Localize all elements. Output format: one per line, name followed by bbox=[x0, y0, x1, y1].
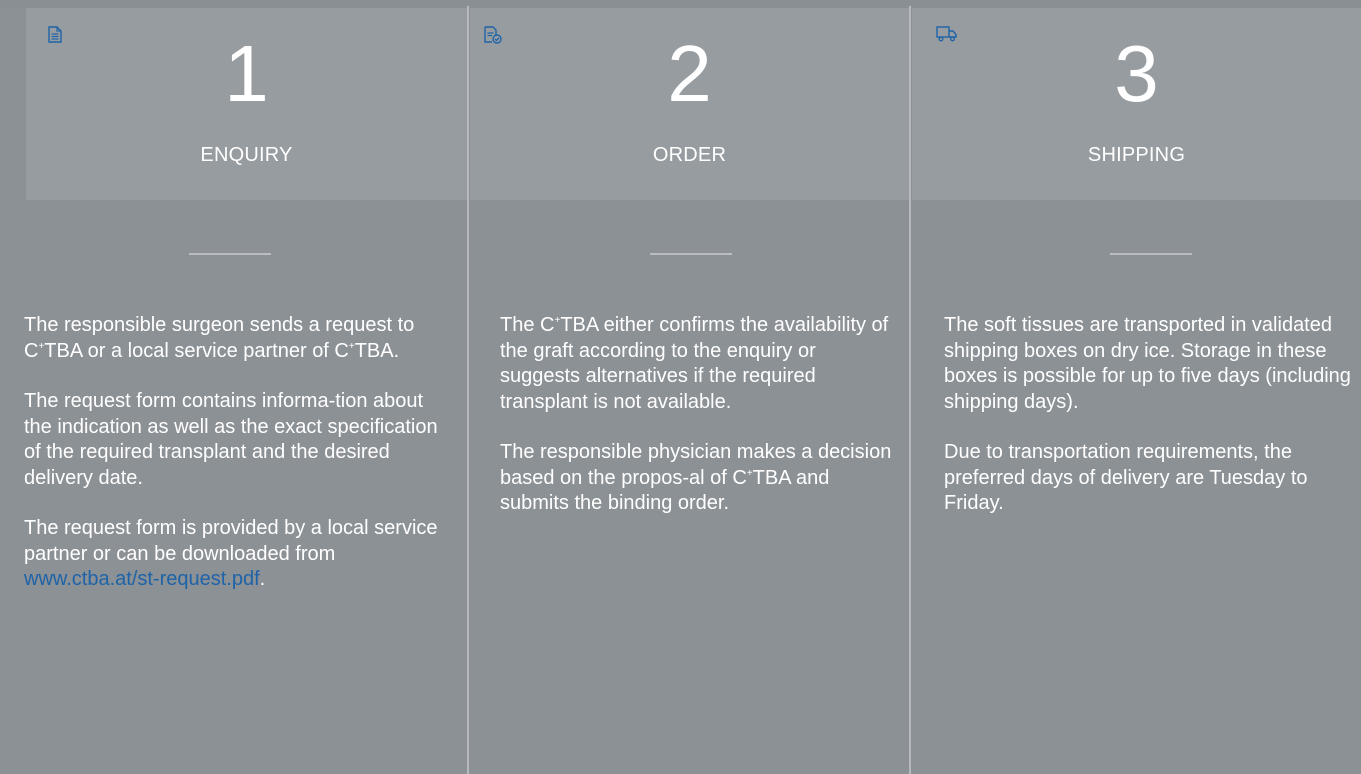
paragraph: The request form contains informa-tion a… bbox=[24, 390, 438, 489]
step-header: 2 ORDER bbox=[470, 8, 909, 200]
paragraph: The request form is provided by a local … bbox=[24, 516, 444, 593]
step-header: 1 ENQUIRY bbox=[26, 8, 467, 200]
paragraph-text: The request form is provided by a local … bbox=[24, 517, 438, 565]
step-title: ORDER bbox=[652, 144, 727, 166]
paragraph: The C+TBA either confirms the availabili… bbox=[500, 314, 889, 413]
step-number: 2 bbox=[667, 29, 712, 118]
step-header: 3 SHIPPING bbox=[912, 8, 1361, 200]
paragraph: The soft tissues are transported in vali… bbox=[944, 314, 1351, 413]
step-title: ENQUIRY bbox=[200, 144, 293, 166]
step-number: 1 bbox=[224, 29, 269, 118]
separator-rule bbox=[189, 253, 271, 255]
process-steps: 1 ENQUIRY The responsible surgeon sends … bbox=[0, 0, 1361, 774]
step-number: 3 bbox=[1114, 29, 1159, 118]
separator-rule bbox=[650, 253, 732, 255]
step-order: 2 ORDER The C+TBA either confirms the av… bbox=[470, 0, 910, 774]
separator-rule bbox=[1110, 253, 1192, 255]
step-enquiry: 1 ENQUIRY The responsible surgeon sends … bbox=[0, 0, 468, 774]
paragraph: Due to transportation requirements, the … bbox=[944, 441, 1308, 514]
step-description: The C+TBA either confirms the availabili… bbox=[500, 313, 900, 542]
request-form-link[interactable]: www.ctba.at/st-request.pdf bbox=[24, 568, 260, 590]
column-divider bbox=[467, 6, 469, 774]
paragraph: The responsible surgeon sends a request … bbox=[24, 314, 415, 362]
column-divider bbox=[909, 6, 911, 774]
step-description: The soft tissues are transported in vali… bbox=[944, 313, 1361, 542]
link-suffix: . bbox=[259, 568, 266, 590]
step-description: The responsible surgeon sends a request … bbox=[24, 313, 444, 618]
step-title: SHIPPING bbox=[1087, 144, 1186, 166]
step-shipping: 3 SHIPPING The soft tissues are transpor… bbox=[912, 0, 1361, 774]
paragraph: The responsible physician makes a decisi… bbox=[500, 441, 892, 514]
